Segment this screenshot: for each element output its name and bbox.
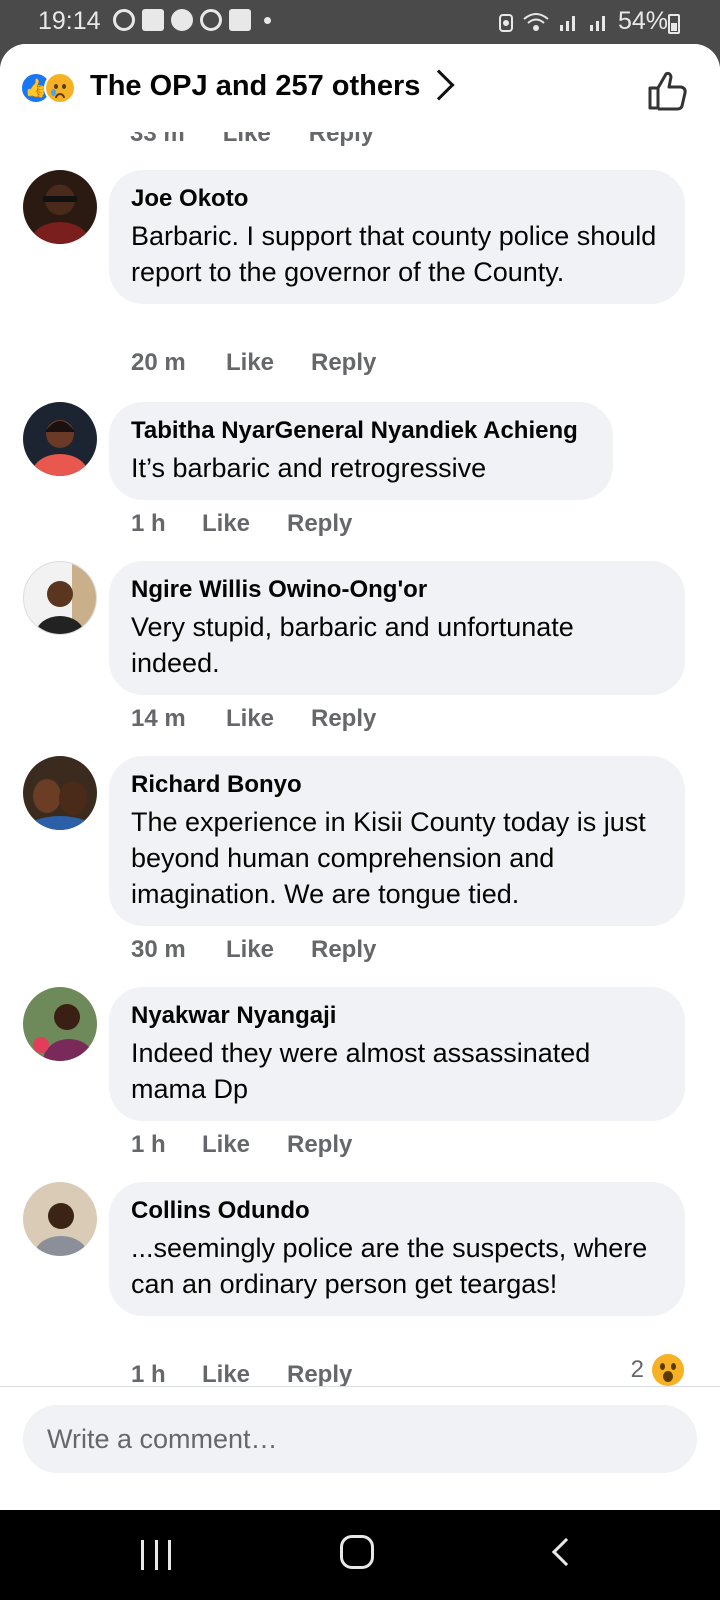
- comment-bubble[interactable]: Collins Odundo ...seemingly police are t…: [109, 1182, 685, 1316]
- status-bar: 19:14 54%: [0, 0, 720, 44]
- wow-reaction-icon: [652, 1354, 684, 1386]
- comment-text: The experience in Kisii County today is …: [131, 807, 646, 909]
- system-nav-bar: [0, 1510, 720, 1600]
- comment-time: 30 m: [131, 936, 186, 963]
- reaction-icons: 👍: [20, 72, 80, 106]
- comment-input[interactable]: Write a comment…: [23, 1405, 697, 1473]
- comment-actions: 1 h Like Reply: [131, 1361, 352, 1389]
- commenter-name[interactable]: Collins Odundo: [131, 1196, 663, 1226]
- comment-bubble[interactable]: Richard Bonyo The experience in Kisii Co…: [109, 756, 685, 926]
- signal-icon-1: [559, 15, 575, 31]
- reaction-count: 2: [630, 1356, 644, 1383]
- comment-reactions[interactable]: 2: [631, 1354, 684, 1386]
- status-time: 19:14: [38, 7, 101, 35]
- comment-bubble[interactable]: Tabitha NyarGeneral Nyandiek Achieng It’…: [109, 402, 613, 500]
- comment-time: 1 h: [131, 1361, 166, 1388]
- whatsapp-icon: [113, 9, 135, 31]
- comment-actions: 30 m Like Reply: [131, 936, 376, 964]
- like-link[interactable]: Like: [202, 1131, 287, 1159]
- comment-actions: 20 m Like Reply: [131, 349, 376, 377]
- battery-percent: 54%: [617, 7, 668, 35]
- comment-time: 1 h: [131, 510, 166, 537]
- avatar[interactable]: [23, 756, 97, 830]
- comment-actions: 1 h Like Reply: [131, 510, 352, 538]
- notification-icons: [113, 9, 271, 31]
- recent-apps-button[interactable]: [141, 1540, 171, 1570]
- avatar[interactable]: [23, 402, 97, 476]
- comment-text: Very stupid, barbaric and unfortunate in…: [131, 612, 574, 678]
- commenter-name[interactable]: Ngire Willis Owino-Ong'or: [131, 575, 663, 605]
- reply-link[interactable]: Reply: [287, 1131, 352, 1159]
- commenter-name[interactable]: Nyakwar Nyangaji: [131, 1001, 663, 1031]
- commenter-name[interactable]: Joe Okoto: [131, 184, 663, 214]
- avatar[interactable]: [23, 1182, 97, 1256]
- chevron-right-icon[interactable]: [423, 69, 455, 101]
- more-notifications-icon: [264, 16, 271, 24]
- status-right: 54%: [498, 7, 668, 36]
- comment-composer: Write a comment…: [0, 1386, 720, 1510]
- like-link[interactable]: Like: [226, 936, 311, 964]
- sad-reaction-icon: [44, 72, 76, 104]
- avatar[interactable]: [23, 170, 97, 244]
- comment-actions: 1 h Like Reply: [131, 1131, 352, 1159]
- alarm-icon: [498, 13, 513, 32]
- comment-text: Barbaric. I support that county police s…: [131, 221, 657, 287]
- reply-link[interactable]: Reply: [311, 705, 376, 733]
- reply-link[interactable]: Reply: [287, 510, 352, 538]
- comment-actions: 14 m Like Reply: [131, 705, 376, 733]
- facebook-square-icon: [229, 9, 251, 31]
- comment-time: 14 m: [131, 705, 186, 732]
- home-button[interactable]: [340, 1535, 374, 1569]
- facebook-icon: [200, 9, 222, 31]
- reply-link[interactable]: Reply: [311, 936, 376, 964]
- reactions-header[interactable]: 👍 The OPJ and 257 others: [0, 44, 720, 132]
- reply-link[interactable]: Reply: [287, 1361, 352, 1389]
- comment-time: 20 m: [131, 349, 186, 376]
- reply-link[interactable]: Reply: [311, 349, 376, 377]
- avatar[interactable]: [23, 561, 97, 635]
- comment-bubble[interactable]: Ngire Willis Owino-Ong'or Very stupid, b…: [109, 561, 685, 695]
- like-link[interactable]: Like: [226, 349, 311, 377]
- signal-icon-2: [589, 15, 605, 31]
- like-link[interactable]: Like: [202, 1361, 287, 1389]
- back-button[interactable]: [551, 1537, 581, 1567]
- comment-time: 1 h: [131, 1131, 166, 1158]
- comment-bubble[interactable]: Joe Okoto Barbaric. I support that count…: [109, 170, 685, 304]
- comment-text: ...seemingly police are the suspects, wh…: [131, 1233, 648, 1299]
- comments-sheet: 👍 The OPJ and 257 others 33 m Like Reply…: [0, 44, 720, 1510]
- wifi-icon: [523, 12, 549, 31]
- reactions-summary[interactable]: The OPJ and 257 others: [90, 70, 420, 103]
- like-link[interactable]: Like: [202, 510, 287, 538]
- avatar[interactable]: [23, 987, 97, 1061]
- battery-icon: [668, 14, 680, 34]
- message-icon: [142, 9, 164, 31]
- commenter-name[interactable]: Richard Bonyo: [131, 770, 663, 800]
- phone-icon: [171, 9, 193, 31]
- comment-bubble[interactable]: Nyakwar Nyangaji Indeed they were almost…: [109, 987, 685, 1121]
- commenter-name[interactable]: Tabitha NyarGeneral Nyandiek Achieng: [131, 416, 591, 446]
- comment-text: Indeed they were almost assassinated mam…: [131, 1038, 591, 1104]
- like-link[interactable]: Like: [226, 705, 311, 733]
- comment-text: It’s barbaric and retrogressive: [131, 453, 487, 483]
- thumbs-up-icon[interactable]: [646, 68, 690, 112]
